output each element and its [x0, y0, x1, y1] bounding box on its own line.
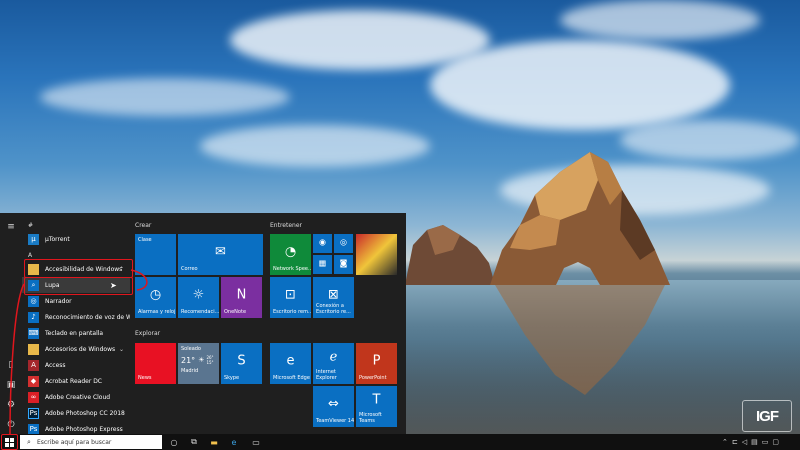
notification-icon[interactable]: ▢ — [772, 438, 779, 446]
tile-webcam[interactable]: ◎ — [334, 234, 353, 253]
tile-onenote[interactable]: N OneNote — [221, 277, 262, 318]
app-taskbar-icon[interactable]: ▭ — [246, 434, 266, 450]
webcam-icon: ◙ — [339, 258, 348, 268]
tile-conexion-escritorio[interactable]: ⊠ Conexión a Escritorio re... — [313, 277, 354, 318]
skype-icon: S — [237, 353, 246, 369]
app-utorrent[interactable]: µ µTorrent — [22, 231, 130, 247]
tile-teams[interactable]: T Microsoft Teams — [356, 386, 397, 427]
network-icon[interactable]: ⊏ — [732, 438, 738, 446]
group-entretener-header[interactable]: Entretener — [270, 222, 302, 229]
volume-icon[interactable]: ◁ — [742, 438, 747, 446]
system-tray: ⌃ ⊏ ◁ ▤ ▭ ▢ — [722, 434, 779, 450]
igf-watermark-logo: IGF — [742, 400, 792, 432]
keyboard-layout-icon[interactable]: ▤ — [751, 438, 758, 446]
calculator-icon: ▦ — [318, 258, 327, 268]
camera-icon: ◉ — [319, 237, 326, 247]
mail-icon: ✉ — [215, 244, 226, 260]
taskbar: ⌕ Escribe aquí para buscar ○ ⧉ ▬ e ▭ ⌃ ⊏… — [0, 434, 800, 450]
lightbulb-icon: ☼ — [192, 287, 205, 303]
chevron-up-icon[interactable]: ⌃ — [722, 438, 728, 446]
tile-webcam-2[interactable]: ◙ — [334, 255, 353, 274]
tile-recomendaciones[interactable]: ☼ Recomendaci... — [178, 277, 219, 318]
onenote-icon: N — [236, 287, 247, 303]
teams-icon: T — [372, 392, 381, 408]
battery-icon[interactable]: ▭ — [762, 438, 769, 446]
tile-edge[interactable]: e Microsoft Edge — [270, 343, 311, 384]
teamviewer-icon: ⇔ — [328, 396, 339, 412]
rock-reflection — [495, 285, 665, 395]
section-header-hash[interactable]: # — [28, 222, 33, 229]
speedometer-icon: ◔ — [284, 244, 297, 260]
tile-weather[interactable]: Soleado 21° ☀ 26° 15° Madrid — [178, 343, 219, 384]
sea-arch-rock — [490, 152, 670, 285]
task-view-icon[interactable]: ⧉ — [184, 434, 204, 450]
tile-escritorio-remoto[interactable]: ⊡ Escritorio rem... — [270, 277, 311, 318]
tile-calculator[interactable]: ▦ — [313, 255, 332, 274]
tile-skype[interactable]: S Skype — [221, 343, 262, 384]
edge-icon: e — [286, 353, 295, 369]
remote-connection-icon: ⊠ — [328, 287, 339, 303]
file-explorer-icon[interactable]: ▬ — [204, 434, 224, 450]
group-crear-header[interactable]: Crear — [135, 222, 151, 229]
tile-teamviewer[interactable]: ⇔ TeamViewer 14 — [313, 386, 354, 427]
cortana-icon[interactable]: ○ — [164, 434, 184, 450]
annotation-arrow — [9, 269, 148, 435]
tile-camera[interactable]: ◉ — [313, 234, 332, 253]
section-header-a[interactable]: A — [28, 252, 32, 259]
powerpoint-icon: P — [372, 353, 381, 369]
utorrent-icon: µ — [28, 233, 39, 245]
search-icon: ⌕ — [27, 437, 31, 446]
tile-game[interactable] — [356, 234, 397, 275]
internet-explorer-icon: ℯ — [329, 349, 338, 365]
edge-taskbar-icon[interactable]: e — [224, 434, 244, 450]
webcam-icon: ◎ — [340, 237, 347, 247]
tile-network-speed[interactable]: ◔ Network Spee... — [270, 234, 311, 275]
tile-correo[interactable]: ✉ Correo — [178, 234, 263, 275]
sun-icon: ☀ — [198, 356, 205, 364]
small-rock — [405, 225, 495, 285]
remote-desktop-icon: ⊡ — [285, 287, 296, 303]
search-box[interactable]: ⌕ Escribe aquí para buscar — [20, 435, 162, 449]
hamburger-icon[interactable]: ≡ — [5, 221, 17, 233]
tile-powerpoint[interactable]: P PowerPoint — [356, 343, 397, 384]
tile-internet-explorer[interactable]: ℯ Internet Explorer — [313, 343, 354, 384]
annotation-highlight-start — [1, 434, 18, 450]
